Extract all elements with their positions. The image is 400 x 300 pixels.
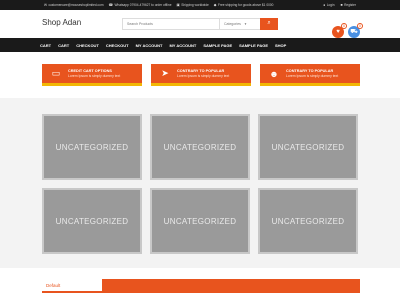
phone-icon: ☎ [108, 3, 113, 7]
search-bar: Categories▼ ⌕ [122, 17, 278, 30]
heart-icon: ♥ [336, 29, 340, 35]
nav-item-cart[interactable]: CART [40, 43, 51, 48]
register-link[interactable]: ■ Register [341, 3, 357, 7]
top-info-bar: ✉ customercare@mouseshoplimited.com ☎ What… [0, 0, 400, 10]
paper-plane-icon: ➤ [161, 68, 169, 78]
free-shipping-info: ◆ Free shipping for goods above $1 0000 [213, 3, 274, 7]
feature-box: ▭ CREDIT CART OPTIONS Lorem Ipsum is simp… [42, 64, 142, 86]
cart-count-badge: 0 [357, 23, 363, 29]
search-icon: ⌕ [267, 20, 271, 26]
lock-icon: ■ [340, 3, 343, 7]
wishlist-button[interactable]: ♥ 0 [332, 23, 347, 38]
users-icon: ☻ [269, 68, 279, 79]
credit-card-icon: ▭ [51, 68, 61, 78]
category-card[interactable]: UNCATEGORIZED [150, 114, 250, 180]
gift-icon: ◆ [213, 3, 217, 7]
search-input[interactable] [123, 19, 219, 29]
truck-icon: ▣ [176, 3, 180, 7]
category-card[interactable]: UNCATEGORIZED [42, 114, 142, 180]
category-card[interactable]: UNCATEGORIZED [150, 188, 250, 254]
nav-item-checkout[interactable]: CHECKOUT [76, 43, 99, 48]
category-card[interactable]: UNCATEGORIZED [258, 114, 358, 180]
nav-item-sample-page[interactable]: SAMPLE PAGE [203, 43, 232, 48]
user-icon: ● [323, 3, 326, 7]
category-select[interactable]: Categories ▼ [219, 19, 259, 29]
category-grid: UNCATEGORIZED UNCATEGORIZED UNCATEGORIZE… [0, 98, 400, 268]
nav-item-sample-page[interactable]: SAMPLE PAGE [239, 43, 268, 48]
search-button[interactable]: ⌕ [260, 17, 278, 30]
feature-boxes: ▭ CREDIT CART OPTIONS Lorem Ipsum is simp… [42, 64, 360, 86]
envelope-icon: ✉ [44, 3, 47, 7]
cart-button[interactable]: ⛟ 0 [348, 23, 363, 38]
category-card[interactable]: UNCATEGORIZED [42, 188, 142, 254]
nav-item-checkout[interactable]: CHECKOUT [106, 43, 129, 48]
email-info: ✉ customercare@mouseshoplimited.com [44, 3, 104, 7]
nav-item-cart[interactable]: CART [58, 43, 69, 48]
feature-box: ☻ CONTRARY TO POPULAR Lorem Ipsum is simp… [260, 64, 360, 86]
wishlist-count-badge: 0 [341, 23, 347, 29]
product-tabs: Default [42, 279, 360, 293]
feature-box: ➤ CONTRARY TO POPULAR Lorem Ipsum is simp… [151, 64, 251, 86]
chevron-down-icon: ▼ [243, 22, 247, 26]
nav-item-my-account[interactable]: MY ACCOUNT [169, 43, 196, 48]
cart-icon: ⛟ [350, 29, 358, 35]
nav-item-shop[interactable]: SHOP [275, 43, 286, 48]
main-nav: CART CART CHECKOUT CHECKOUT MY ACCOUNT M… [0, 38, 400, 52]
nav-item-my-account[interactable]: MY ACCOUNT [136, 43, 163, 48]
login-link[interactable]: ● Login [323, 3, 334, 7]
site-header: Shop Adan Categories▼ ⌕ ♥0 ⛟0 [0, 10, 400, 38]
site-logo[interactable]: Shop Adan [42, 18, 81, 27]
category-card[interactable]: UNCATEGORIZED [258, 188, 358, 254]
tab-default[interactable]: Default [42, 279, 102, 293]
phone-info: ☎ Whatsapp 07904-479627 to order offline [108, 3, 172, 7]
shipping-info: ▣ Shipping worldwide [176, 3, 209, 7]
